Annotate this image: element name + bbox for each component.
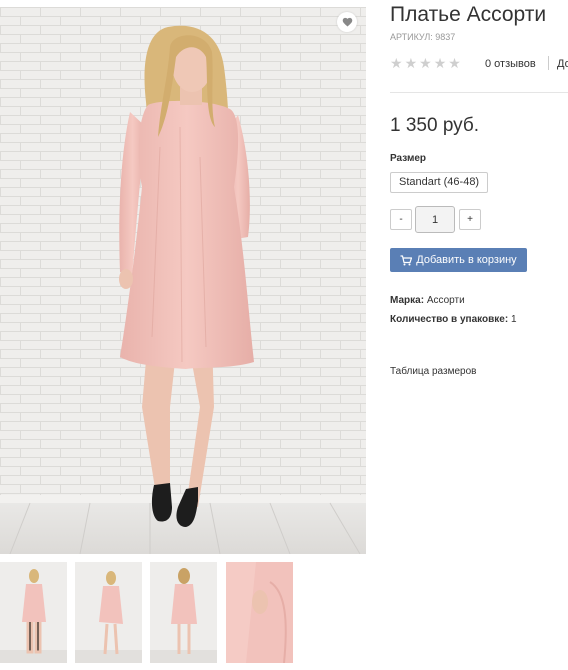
cart-icon bbox=[400, 254, 413, 265]
product-sku: АРТИКУЛ: 9837 bbox=[390, 32, 456, 42]
size-option-button[interactable]: Standart (46-48) bbox=[390, 172, 489, 193]
brand-label: Марка: bbox=[390, 295, 425, 306]
star-icon[interactable]: ★ bbox=[434, 56, 447, 70]
quantity-decrease-button[interactable]: - bbox=[390, 209, 412, 230]
divider bbox=[548, 56, 549, 70]
divider bbox=[390, 92, 568, 93]
main-product-image[interactable] bbox=[0, 7, 366, 554]
size-label: Размер bbox=[390, 153, 427, 164]
star-icon[interactable]: ★ bbox=[405, 56, 418, 70]
rating-stars[interactable]: ★ ★ ★ ★ ★ bbox=[390, 56, 461, 70]
thumbnail-3[interactable] bbox=[150, 562, 217, 663]
star-icon[interactable]: ★ bbox=[448, 56, 461, 70]
thumbnail-2[interactable] bbox=[75, 562, 142, 663]
product-title: Платье Ассорти bbox=[390, 3, 547, 26]
wishlist-button[interactable] bbox=[337, 12, 357, 32]
quantity-input[interactable] bbox=[415, 206, 455, 233]
quantity-increase-button[interactable]: + bbox=[459, 209, 481, 230]
reviews-link[interactable]: 0 отзывов bbox=[485, 58, 536, 70]
pack-quantity-row: Количество в упаковке: 1 bbox=[390, 314, 517, 325]
star-icon[interactable]: ★ bbox=[390, 56, 403, 70]
heart-icon bbox=[342, 17, 352, 27]
add-to-cart-button[interactable]: Добавить в корзину bbox=[390, 248, 527, 272]
pack-quantity-value: 1 bbox=[510, 314, 517, 325]
brand-value: Ассорти bbox=[426, 295, 465, 306]
add-to-cart-label: Добавить в корзину bbox=[416, 254, 517, 266]
thumbnail-1[interactable] bbox=[0, 562, 67, 663]
add-review-link[interactable]: До bbox=[557, 58, 568, 70]
star-icon[interactable]: ★ bbox=[419, 56, 432, 70]
brand-row: Марка: Ассорти bbox=[390, 295, 465, 306]
product-price: 1 350 руб. bbox=[390, 115, 480, 136]
thumbnail-4[interactable] bbox=[226, 562, 293, 663]
pack-quantity-label: Количество в упаковке: bbox=[390, 314, 509, 325]
size-table-link[interactable]: Таблица размеров bbox=[390, 366, 476, 377]
